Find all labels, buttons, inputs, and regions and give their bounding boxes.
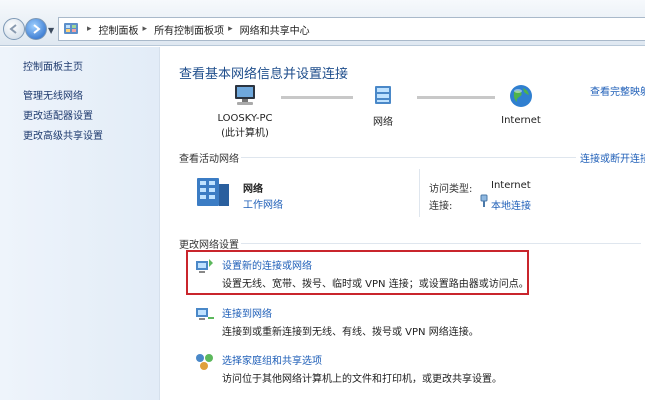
recent-pages-dropdown[interactable]: ▼ [48,26,54,35]
left-pane: 控制面板主页 管理无线网络 更改适配器设置 更改高级共享设置 [0,47,160,400]
network-node[interactable]: 网络 [358,83,408,128]
main-content: 查看基本网络信息并设置连接 查看完整映射 LOOSKY-PC (此计算机) 网络 [161,47,645,400]
map-link-line [281,96,353,99]
network-label: 网络 [373,117,393,128]
computer-name: LOOSKY-PC [217,113,273,124]
highlight-box [186,250,529,295]
view-full-map-link[interactable]: 查看完整映射 [590,83,645,98]
divider [241,157,576,158]
change-adapter-settings-link[interactable]: 更改适配器设置 [23,107,93,122]
forward-button[interactable] [25,18,47,40]
access-type-label: 访问类型: [429,184,473,195]
breadcrumb-item[interactable]: 控制面板 ▸ [99,22,155,37]
task-title[interactable]: 选择家庭组和共享选项 [222,352,322,367]
homegroup-icon [196,354,213,370]
breadcrumb-item[interactable]: 网络和共享中心 [240,22,310,37]
breadcrumb-item[interactable]: 所有控制面板项 ▸ [154,22,240,37]
computer-node[interactable]: LOOSKY-PC (此计算机) [215,83,275,139]
internet-node[interactable]: Internet [495,83,547,126]
connections-label: 连接: [429,201,453,212]
arrow-right-icon [33,24,41,34]
map-link-line [417,96,495,99]
breadcrumb-separator[interactable]: ▸ [83,24,99,34]
connect-disconnect-link[interactable]: 连接或断开连接 [580,150,645,165]
control-panel-home-link[interactable]: 控制面板主页 [23,58,83,73]
page-title: 查看基本网络信息并设置连接 [179,67,349,82]
change-settings-heading: 更改网络设置 [179,240,239,251]
local-connection-link[interactable]: 本地连接 [491,197,531,212]
network-building-icon [197,178,229,206]
task-desc: 连接到或重新连接到无线、有线、拨号或 VPN 网络连接。 [222,327,479,338]
computer-sub: (此计算机) [221,128,269,139]
active-network-name: 网络 [243,184,263,195]
network-type-link[interactable]: 工作网络 [243,196,283,211]
arrow-left-icon [9,24,17,34]
internet-label: Internet [501,115,541,126]
address-bar: ▼ ▸ 控制面板 ▸ 所有控制面板项 ▸ 网络和共享中心 [0,0,645,46]
task-desc: 访问位于其他网络计算机上的文件和打印机，或更改共享设置。 [222,374,502,385]
computer-icon [235,85,255,105]
active-networks-heading: 查看活动网络 [179,154,239,165]
change-advanced-sharing-link[interactable]: 更改高级共享设置 [23,127,103,142]
divider [241,243,641,244]
task-title[interactable]: 连接到网络 [222,305,272,320]
ethernet-icon [480,194,488,207]
back-button[interactable] [3,18,25,40]
breadcrumb[interactable]: ▸ 控制面板 ▸ 所有控制面板项 ▸ 网络和共享中心 [58,17,645,41]
manage-wireless-link[interactable]: 管理无线网络 [23,87,83,102]
network-icon [375,86,391,104]
divider [419,169,420,217]
connect-network-icon [196,308,214,320]
globe-icon [510,85,532,107]
control-panel-icon [64,23,78,34]
access-type-value: Internet [491,180,531,191]
